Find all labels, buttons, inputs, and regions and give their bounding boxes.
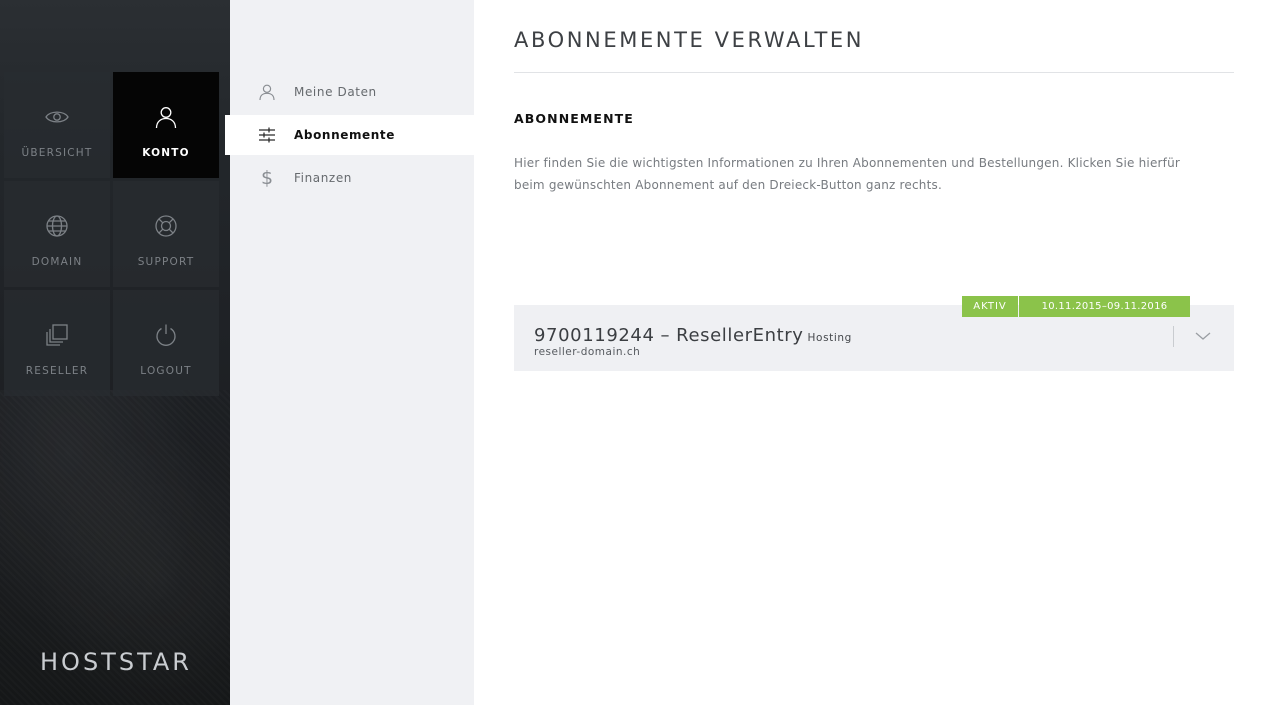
dollar-icon: $	[260, 166, 274, 189]
sliders-icon	[259, 127, 275, 143]
subnav-icon-wrap: $	[257, 168, 277, 188]
main-sidebar: ÜBERSICHT KONTO DOMAIN SUPPORT RESELLER …	[0, 0, 230, 705]
page-title: ABONNEMENTE VERWALTEN	[514, 28, 865, 52]
sidebar-tile-domain[interactable]: DOMAIN	[4, 181, 110, 287]
card-divider	[1173, 326, 1174, 347]
subscription-name: ResellerEntry	[676, 325, 804, 346]
hoststar-logo[interactable]: HOSTSTAR	[40, 648, 192, 676]
sidebar-tile-label: KONTO	[142, 147, 190, 159]
subnav-item-label: Meine Daten	[294, 85, 377, 99]
expand-subscription-button[interactable]	[1190, 325, 1216, 347]
sidebar-tile-label: ÜBERSICHT	[21, 147, 93, 159]
sidebar-tile-label: RESELLER	[25, 365, 89, 377]
intro-line: Hier finden Sie die wichtigsten Informat…	[514, 156, 1181, 170]
sidebar-tile-logout[interactable]: LOGOUT	[113, 290, 219, 396]
globe-icon	[46, 215, 68, 237]
intro-line: beim gewünschten Abonnement auf den Drei…	[514, 178, 942, 192]
sidebar-tile-support[interactable]: SUPPORT	[113, 181, 219, 287]
account-subnav: Meine Daten Abonnemente $ Finanzen	[225, 0, 474, 705]
user-icon	[155, 107, 177, 129]
sidebar-tile-uebersicht[interactable]: ÜBERSICHT	[4, 72, 110, 178]
sidebar-tile-konto[interactable]: KONTO	[113, 72, 219, 178]
section-heading: ABONNEMENTE	[514, 111, 634, 126]
copy-icon	[46, 324, 68, 346]
title-divider	[514, 72, 1234, 73]
subscription-title: 9700119244– ResellerEntry Hosting	[534, 325, 852, 346]
main-content: ABONNEMENTE VERWALTEN ABONNEMENTE Hier f…	[474, 0, 1272, 705]
subnav-item-label: Finanzen	[294, 171, 353, 185]
sidebar-tile-label: LOGOUT	[140, 365, 192, 377]
subnav-item-meine-daten[interactable]: Meine Daten	[230, 72, 474, 112]
subnav-icon-wrap	[257, 82, 277, 102]
sidebar-tile-label: DOMAIN	[31, 256, 83, 268]
sidebar-tile-reseller[interactable]: RESELLER	[4, 290, 110, 396]
sidebar-tiles: ÜBERSICHT KONTO DOMAIN SUPPORT RESELLER …	[4, 72, 220, 396]
subnav-item-finanzen[interactable]: $ Finanzen	[230, 158, 474, 198]
subscription-domain: reseller-domain.ch	[534, 346, 641, 358]
subscription-type: Hosting	[807, 332, 852, 344]
eye-icon	[45, 111, 69, 123]
period-badge: 10.11.2015–09.11.2016	[1019, 296, 1190, 317]
user-icon	[259, 84, 275, 101]
lifebuoy-icon	[155, 215, 177, 237]
power-icon	[156, 324, 176, 346]
subnav-item-abonnemente[interactable]: Abonnemente	[225, 115, 474, 155]
status-badge: AKTIV	[962, 296, 1018, 317]
subnav-icon-wrap	[257, 125, 277, 145]
subscription-number: 9700119244	[534, 325, 655, 346]
subnav-item-label: Abonnemente	[294, 128, 396, 142]
intro-text: Hier finden Sie die wichtigsten Informat…	[514, 152, 1214, 196]
sidebar-tile-label: SUPPORT	[137, 256, 195, 268]
subscription-separator: –	[660, 325, 671, 346]
chevron-down-icon	[1195, 332, 1211, 340]
